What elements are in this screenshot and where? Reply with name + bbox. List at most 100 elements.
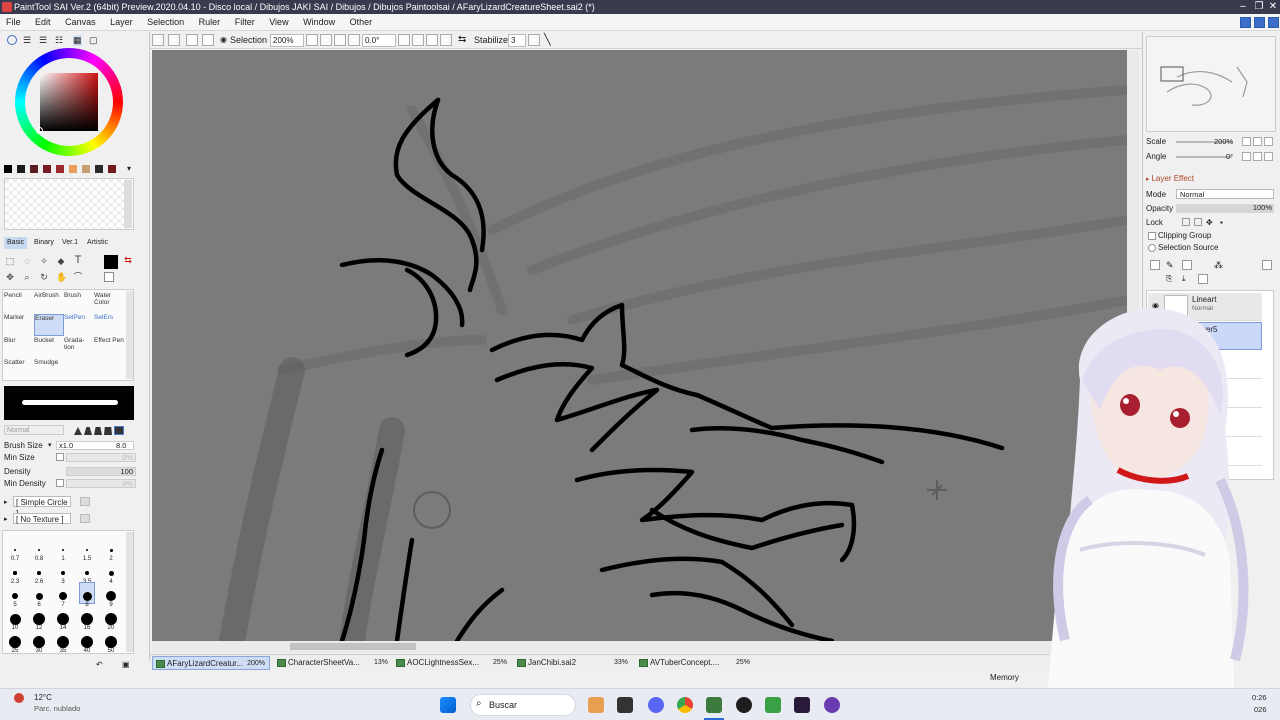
color-swatch[interactable] bbox=[69, 165, 77, 173]
brush-texture-dropdown-icon[interactable] bbox=[80, 514, 90, 523]
doc-tab-4[interactable]: JanChibi.sai2 33% bbox=[514, 656, 632, 670]
brush-blur[interactable]: Blur bbox=[4, 337, 34, 359]
brush-bucket[interactable]: Bucket bbox=[34, 337, 64, 359]
min-size-row[interactable]: Min Size 0% bbox=[4, 452, 136, 463]
undo-icon[interactable] bbox=[152, 34, 164, 46]
line-tool-icon[interactable]: ╲ bbox=[544, 33, 551, 46]
doc-restore-button[interactable] bbox=[1254, 17, 1265, 28]
brush-eraser-selected[interactable]: Eraser bbox=[34, 314, 64, 336]
eye-icon[interactable]: ◉ bbox=[220, 35, 227, 44]
rect-select-icon[interactable]: ⬚ bbox=[5, 256, 15, 266]
nav-zoom-out-icon[interactable] bbox=[1242, 137, 1251, 146]
nav-scale-row[interactable]: Scale 200% bbox=[1146, 136, 1276, 147]
brush-size-dot[interactable] bbox=[108, 570, 114, 576]
stabilizer-dropdown-icon[interactable] bbox=[528, 34, 540, 46]
min-density-slider[interactable]: 0% bbox=[66, 479, 136, 488]
deselect-icon[interactable] bbox=[186, 34, 198, 46]
menu-other[interactable]: Other bbox=[344, 14, 379, 31]
doc-close-button[interactable] bbox=[1268, 17, 1279, 28]
menu-canvas[interactable]: Canvas bbox=[59, 14, 102, 31]
brush-brush[interactable]: Brush bbox=[64, 292, 94, 314]
brush-size-dot[interactable] bbox=[9, 613, 21, 625]
painttool-sai-icon[interactable] bbox=[706, 697, 722, 713]
close-button[interactable]: ✕ bbox=[1266, 1, 1280, 13]
rotate-reset-icon[interactable] bbox=[440, 34, 452, 46]
brush-size-dot[interactable] bbox=[13, 571, 17, 575]
brush-texture-select[interactable]: [ No Texture ] bbox=[13, 513, 71, 524]
rgb-slider-tab-icon[interactable]: ☰ bbox=[23, 35, 31, 46]
brush-texture-row[interactable]: ▸ [ No Texture ] bbox=[4, 513, 134, 524]
brush-tip-shapes[interactable] bbox=[74, 425, 132, 435]
brush-grid-scrollbar[interactable] bbox=[126, 291, 133, 379]
windows-start-icon[interactable] bbox=[440, 697, 456, 713]
transparent-color[interactable] bbox=[104, 272, 114, 282]
color-swatch[interactable] bbox=[95, 165, 103, 173]
color-swatch[interactable] bbox=[108, 165, 116, 173]
brush-scatter[interactable]: Scatter bbox=[4, 359, 34, 381]
nav-rotate-right-icon[interactable] bbox=[1253, 152, 1262, 161]
swatches-tab-icon[interactable]: ▦ bbox=[73, 35, 82, 46]
density-slider[interactable]: 100 bbox=[66, 467, 136, 476]
selection-pen-icon[interactable]: ◆ bbox=[56, 256, 66, 266]
maximize-button[interactable]: ❐ bbox=[1252, 1, 1266, 13]
clipping-group-checkbox[interactable] bbox=[1148, 232, 1156, 240]
flip-icon[interactable]: ⇆ bbox=[458, 34, 466, 45]
tab-basic[interactable]: Basic bbox=[4, 237, 28, 249]
lock-paint-icon[interactable] bbox=[1194, 218, 1202, 226]
eyedropper-icon[interactable]: ⌒ bbox=[73, 272, 83, 282]
navigator-preview[interactable] bbox=[1146, 36, 1276, 132]
foreground-color[interactable] bbox=[104, 255, 118, 269]
brush-size-dot[interactable] bbox=[106, 591, 116, 601]
delete-layer-icon[interactable] bbox=[1198, 274, 1208, 284]
canvas-horizontal-scroll-thumb[interactable] bbox=[290, 643, 416, 650]
layer-mode-select[interactable]: Normal bbox=[1176, 189, 1274, 199]
taskbar-search-box[interactable] bbox=[470, 694, 576, 716]
discord-icon[interactable] bbox=[648, 697, 664, 713]
search-highlight-icon[interactable] bbox=[588, 697, 604, 713]
brush-size-dot[interactable] bbox=[35, 592, 43, 600]
color-swatch[interactable] bbox=[82, 165, 90, 173]
nav-rotate-reset-icon[interactable] bbox=[1264, 152, 1273, 161]
brush-selpen[interactable]: SelPen bbox=[64, 314, 94, 336]
color-swatch[interactable] bbox=[43, 165, 51, 173]
brush-size-dot[interactable] bbox=[59, 592, 67, 600]
hand-icon[interactable]: ✋ bbox=[56, 272, 67, 282]
brush-smudge[interactable]: Smudge bbox=[34, 359, 64, 381]
lasso-icon[interactable]: ◌ bbox=[22, 256, 32, 266]
weather-alert-icon[interactable] bbox=[14, 693, 24, 703]
rotation-field[interactable]: 0.0° bbox=[362, 34, 396, 47]
hsv-slider-tab-icon[interactable]: ☰ bbox=[39, 35, 47, 46]
brush-size-dot[interactable] bbox=[9, 636, 21, 648]
brush-size-dot[interactable] bbox=[109, 548, 113, 552]
menu-selection[interactable]: Selection bbox=[141, 14, 190, 31]
menu-layer[interactable]: Layer bbox=[104, 14, 139, 31]
brush-size-dot[interactable] bbox=[37, 571, 41, 575]
tab-ver1[interactable]: Ver.1 bbox=[59, 237, 81, 249]
brush-gradation[interactable]: Grada-tion bbox=[64, 337, 94, 359]
lock-move-icon[interactable]: ✥ bbox=[1206, 217, 1213, 228]
doc-tab-1[interactable]: AFaryLizardCreatur... 200% bbox=[152, 656, 270, 670]
brush-size-dot[interactable] bbox=[14, 549, 16, 551]
clear-icon[interactable] bbox=[168, 34, 180, 46]
min-size-slider[interactable]: 0% bbox=[66, 453, 136, 462]
brush-shape-expand-icon[interactable]: ▸ bbox=[4, 499, 8, 506]
brush-size-dot[interactable] bbox=[61, 571, 65, 575]
tab-binary[interactable]: Binary bbox=[31, 237, 57, 249]
zoom-fit-icon[interactable] bbox=[348, 34, 360, 46]
brush-shape-dropdown-icon[interactable] bbox=[80, 497, 90, 506]
zoom-reset-icon[interactable] bbox=[334, 34, 346, 46]
text-tool-icon[interactable]: T bbox=[73, 255, 83, 266]
min-size-checkbox[interactable] bbox=[56, 453, 64, 461]
invert-selection-icon[interactable] bbox=[202, 34, 214, 46]
brush-size-dot[interactable] bbox=[105, 636, 117, 648]
rotate-right-icon[interactable] bbox=[426, 34, 438, 46]
task-view-icon[interactable] bbox=[617, 697, 633, 713]
nav-angle-row[interactable]: Angle 0° bbox=[1146, 151, 1276, 162]
rotate-left-icon[interactable] bbox=[412, 34, 424, 46]
tab-artistic[interactable]: Artistic bbox=[84, 237, 111, 249]
menu-file[interactable]: File bbox=[0, 14, 27, 31]
brush-size-dot[interactable] bbox=[81, 636, 93, 648]
brush-size-dot[interactable] bbox=[81, 613, 93, 625]
scratchpad[interactable] bbox=[4, 178, 134, 230]
game-app-icon[interactable] bbox=[794, 697, 810, 713]
